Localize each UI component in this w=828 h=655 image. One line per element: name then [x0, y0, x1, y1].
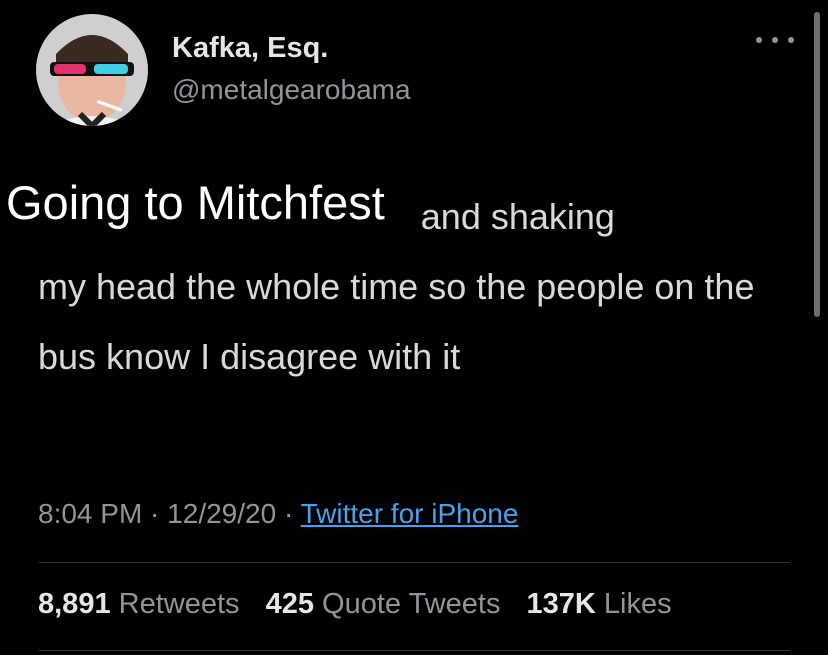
dot [756, 37, 762, 43]
likes-stat[interactable]: 137K Likes [527, 588, 672, 620]
tweet-text-body: my head the whole time so the people on … [38, 266, 755, 377]
retweets-label: Retweets [118, 588, 240, 620]
tweet-text-line1: and shaking [410, 196, 615, 237]
avatar[interactable] [36, 14, 148, 126]
quote-tweets-label: Quote Tweets [322, 588, 501, 620]
author-handle[interactable]: @metalgearobama [172, 74, 411, 106]
author-name[interactable]: Kafka, Esq. [172, 32, 328, 65]
dot [788, 37, 794, 43]
separator: · [142, 498, 168, 529]
divider [38, 562, 790, 563]
tweet-source-link[interactable]: Twitter for iPhone [301, 498, 519, 529]
tweet-metadata: 8:04 PM · 12/29/20 · Twitter for iPhone [38, 498, 518, 530]
dot [772, 37, 778, 43]
separator: · [276, 498, 301, 529]
meme-caption-overlay: Going to Mitchfest [0, 174, 391, 232]
quote-tweets-stat[interactable]: 425 Quote Tweets [266, 588, 501, 620]
retweets-stat[interactable]: 8,891 Retweets [38, 588, 240, 620]
avatar-image [36, 14, 148, 126]
divider [38, 650, 790, 651]
more-options-icon[interactable] [756, 30, 794, 50]
scrollbar[interactable] [814, 12, 820, 317]
likes-count: 137K [526, 588, 596, 620]
tweet-time[interactable]: 8:04 PM [38, 498, 142, 529]
likes-label: Likes [603, 588, 672, 620]
tweet-stats: 8,891 Retweets 425 Quote Tweets 137K Lik… [38, 588, 690, 621]
quote-tweets-count: 425 [265, 588, 314, 620]
tweet-date[interactable]: 12/29/20 [167, 498, 276, 529]
retweets-count: 8,891 [38, 588, 111, 620]
